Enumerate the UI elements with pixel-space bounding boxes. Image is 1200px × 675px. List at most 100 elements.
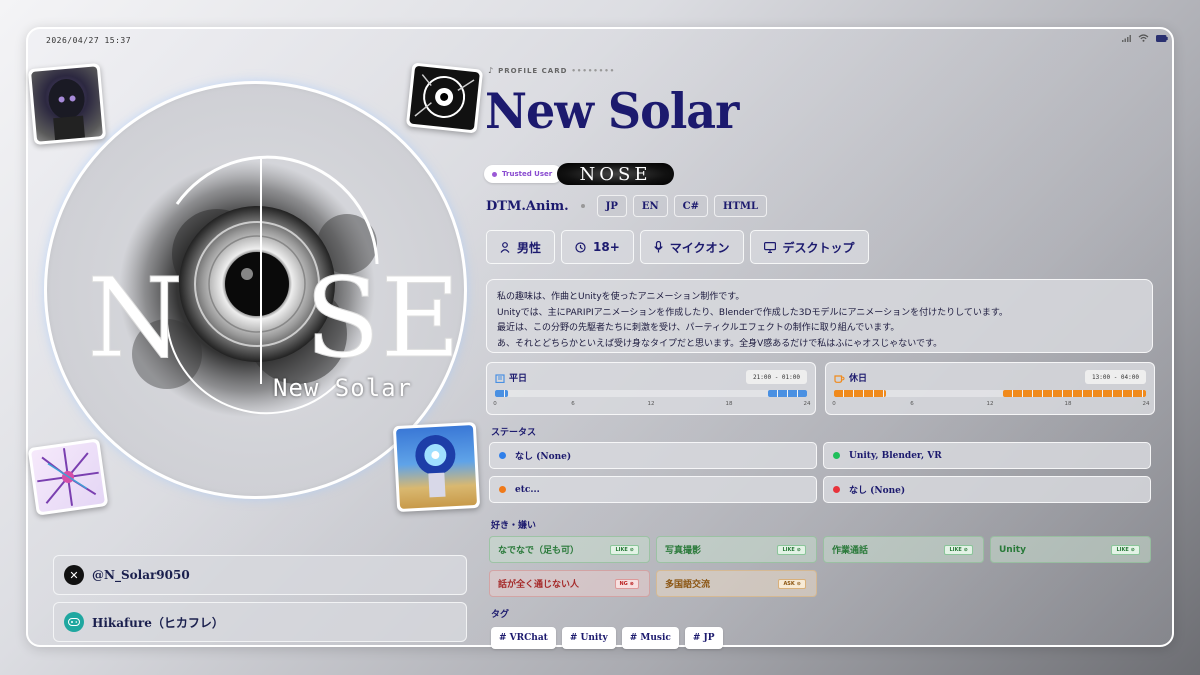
schedule-active-segment	[834, 390, 886, 397]
schedule-tick-label: 18	[725, 401, 733, 407]
bio-box: 私の趣味は、作曲とUnityを使ったアニメーション制作です。 Unityでは、主…	[486, 279, 1153, 353]
likes-section-title: 好き・嫌い	[491, 521, 537, 531]
like-item: 写真撮影 LIKE ⊘	[656, 536, 817, 563]
tags-section-title: タグ	[491, 610, 510, 620]
schedule-holiday-ticks: 0 6 12 18 24	[832, 401, 1149, 409]
like-item-label: 作業通話	[832, 546, 869, 556]
datetime: 2026/04/27 15:37	[46, 36, 132, 45]
check-icon: ⊘	[796, 546, 801, 553]
artwork-photo-glitch	[27, 438, 109, 516]
x-icon: ✕	[64, 565, 84, 585]
schedule-weekday-label-row: 平日	[495, 371, 527, 384]
social-x-link[interactable]: ✕ @N_Solar9050	[53, 555, 467, 595]
cup-icon	[834, 374, 845, 383]
trusted-badge-label: Trusted User	[502, 170, 553, 178]
schedule-tick-label: 12	[986, 401, 994, 407]
tag-chip[interactable]: # Music	[621, 627, 679, 649]
status-section-title: ステータス	[491, 428, 537, 438]
schedule-holiday-time: 13:00 - 04:00	[1085, 370, 1146, 384]
check-icon: ⊘	[963, 546, 968, 553]
like-tag-text: LIKE	[949, 546, 962, 553]
trusted-user-badge: Trusted User	[484, 165, 563, 183]
artwork-photo-mono	[405, 62, 484, 134]
schedule-tick-label: 18	[1064, 401, 1072, 407]
attributes-row: 男性 18+ マイクオン デスクトップ	[486, 230, 869, 264]
like-tag-text: LIKE	[782, 546, 795, 553]
schedule-holiday-bar	[834, 390, 1146, 397]
schedule-weekday: 平日 21:00 - 01:00 0 6 12 18 24	[486, 362, 816, 415]
avatar-photo-blue	[392, 421, 481, 513]
tag-chip[interactable]: # VRChat	[491, 627, 556, 649]
language-chip: C#	[673, 195, 708, 217]
schedule-holiday-label: 休日	[849, 374, 868, 384]
like-item-label: Unity	[999, 544, 1026, 555]
social-hikafure-link[interactable]: Hikafure（ヒカフレ）	[53, 602, 467, 642]
status-item-label: Unity, Blender, VR	[849, 450, 942, 461]
check-icon: ⊘	[629, 546, 634, 553]
schedule-tick-label: 24	[803, 401, 811, 407]
status-item-label: etc...	[515, 484, 540, 495]
tag-chip[interactable]: # Unity	[561, 627, 616, 649]
schedule-holiday: 休日 13:00 - 04:00 0 6 12 18 24	[825, 362, 1155, 415]
like-tag: LIKE ⊘	[944, 544, 973, 555]
schedule-tick-label: 6	[571, 401, 575, 407]
language-chip: HTML	[714, 195, 767, 217]
ng-tag: NG ⊗	[614, 578, 639, 589]
schedule-tick-label: 6	[910, 401, 914, 407]
like-tag: LIKE ⊘	[777, 544, 806, 555]
battery-icon	[1156, 34, 1168, 42]
skills-row: DTM.Anim. JP EN C# HTML	[486, 195, 767, 217]
schedule-weekday-label: 平日	[509, 374, 528, 384]
logo-subtitle: New Solar	[273, 374, 413, 402]
schedule-active-segment	[768, 390, 807, 397]
ban-icon: ⊗	[629, 580, 634, 587]
building-icon	[495, 373, 505, 383]
ask-item: 多国語交流 ASK ⊙	[656, 570, 817, 597]
ask-tag-text: ASK	[783, 580, 795, 587]
ng-tag-text: NG	[619, 580, 628, 587]
social-hikafure-label: Hikafure（ヒカフレ）	[92, 615, 224, 630]
wifi-icon	[1138, 34, 1149, 42]
bio-line: Unityでは、主にPARIPIアニメーションを作成したり、Blenderで作成…	[497, 307, 1008, 318]
attr-platform-label: デスクトップ	[782, 240, 855, 255]
like-tag: LIKE ⊘	[610, 544, 639, 555]
trusted-dot	[492, 171, 497, 177]
like-item: 作業通話 LIKE ⊘	[823, 536, 984, 563]
profile-card-label: ♪ PROFILE CARD ••••••••	[488, 66, 615, 75]
nose-logo-badge: NOSE	[557, 163, 674, 185]
question-icon: ⊙	[796, 580, 801, 587]
like-item-label: なでなで（足も可）	[498, 546, 580, 556]
status-item: Unity, Blender, VR	[823, 442, 1151, 469]
dots-decoration: ••••••••	[571, 66, 616, 75]
separator-dot	[580, 204, 585, 208]
attr-platform: デスクトップ	[749, 230, 869, 264]
ask-item-label: 多国語交流	[665, 580, 711, 590]
schedule-weekday-bar	[495, 390, 807, 397]
mic-icon	[654, 241, 663, 253]
like-item: なでなで（足も可） LIKE ⊘	[489, 536, 650, 563]
attr-age-label: 18+	[593, 240, 620, 254]
status-item-label: なし (None)	[849, 486, 906, 496]
status-dot-green	[833, 452, 840, 459]
attr-gender: 男性	[486, 230, 556, 264]
language-chip: EN	[632, 195, 668, 217]
status-dot-red	[833, 486, 840, 493]
gamepad-icon	[64, 612, 84, 632]
status-item-label: なし (None)	[515, 452, 572, 462]
ask-tag: ASK ⊙	[778, 578, 806, 589]
svg-text:SE: SE	[305, 254, 461, 382]
signal-icon	[1122, 34, 1131, 42]
schedule-weekday-ticks: 0 6 12 18 24	[493, 401, 810, 409]
schedule-tick-label: 0	[493, 401, 497, 407]
person-icon	[500, 241, 510, 253]
schedule-active-segment	[495, 390, 508, 397]
attr-mic-label: マイクオン	[669, 240, 730, 255]
status-item: なし (None)	[489, 442, 817, 469]
tag-chip[interactable]: # JP	[684, 627, 723, 649]
desktop-icon	[763, 241, 776, 253]
age-icon	[575, 241, 586, 253]
bio-line: 私の趣味は、作曲とUnityを使ったアニメーション制作です。	[497, 292, 745, 302]
avatar-photo-dark	[27, 63, 107, 145]
schedule-tick-label: 12	[647, 401, 655, 407]
profile-card-label-text: PROFILE CARD	[498, 66, 568, 75]
